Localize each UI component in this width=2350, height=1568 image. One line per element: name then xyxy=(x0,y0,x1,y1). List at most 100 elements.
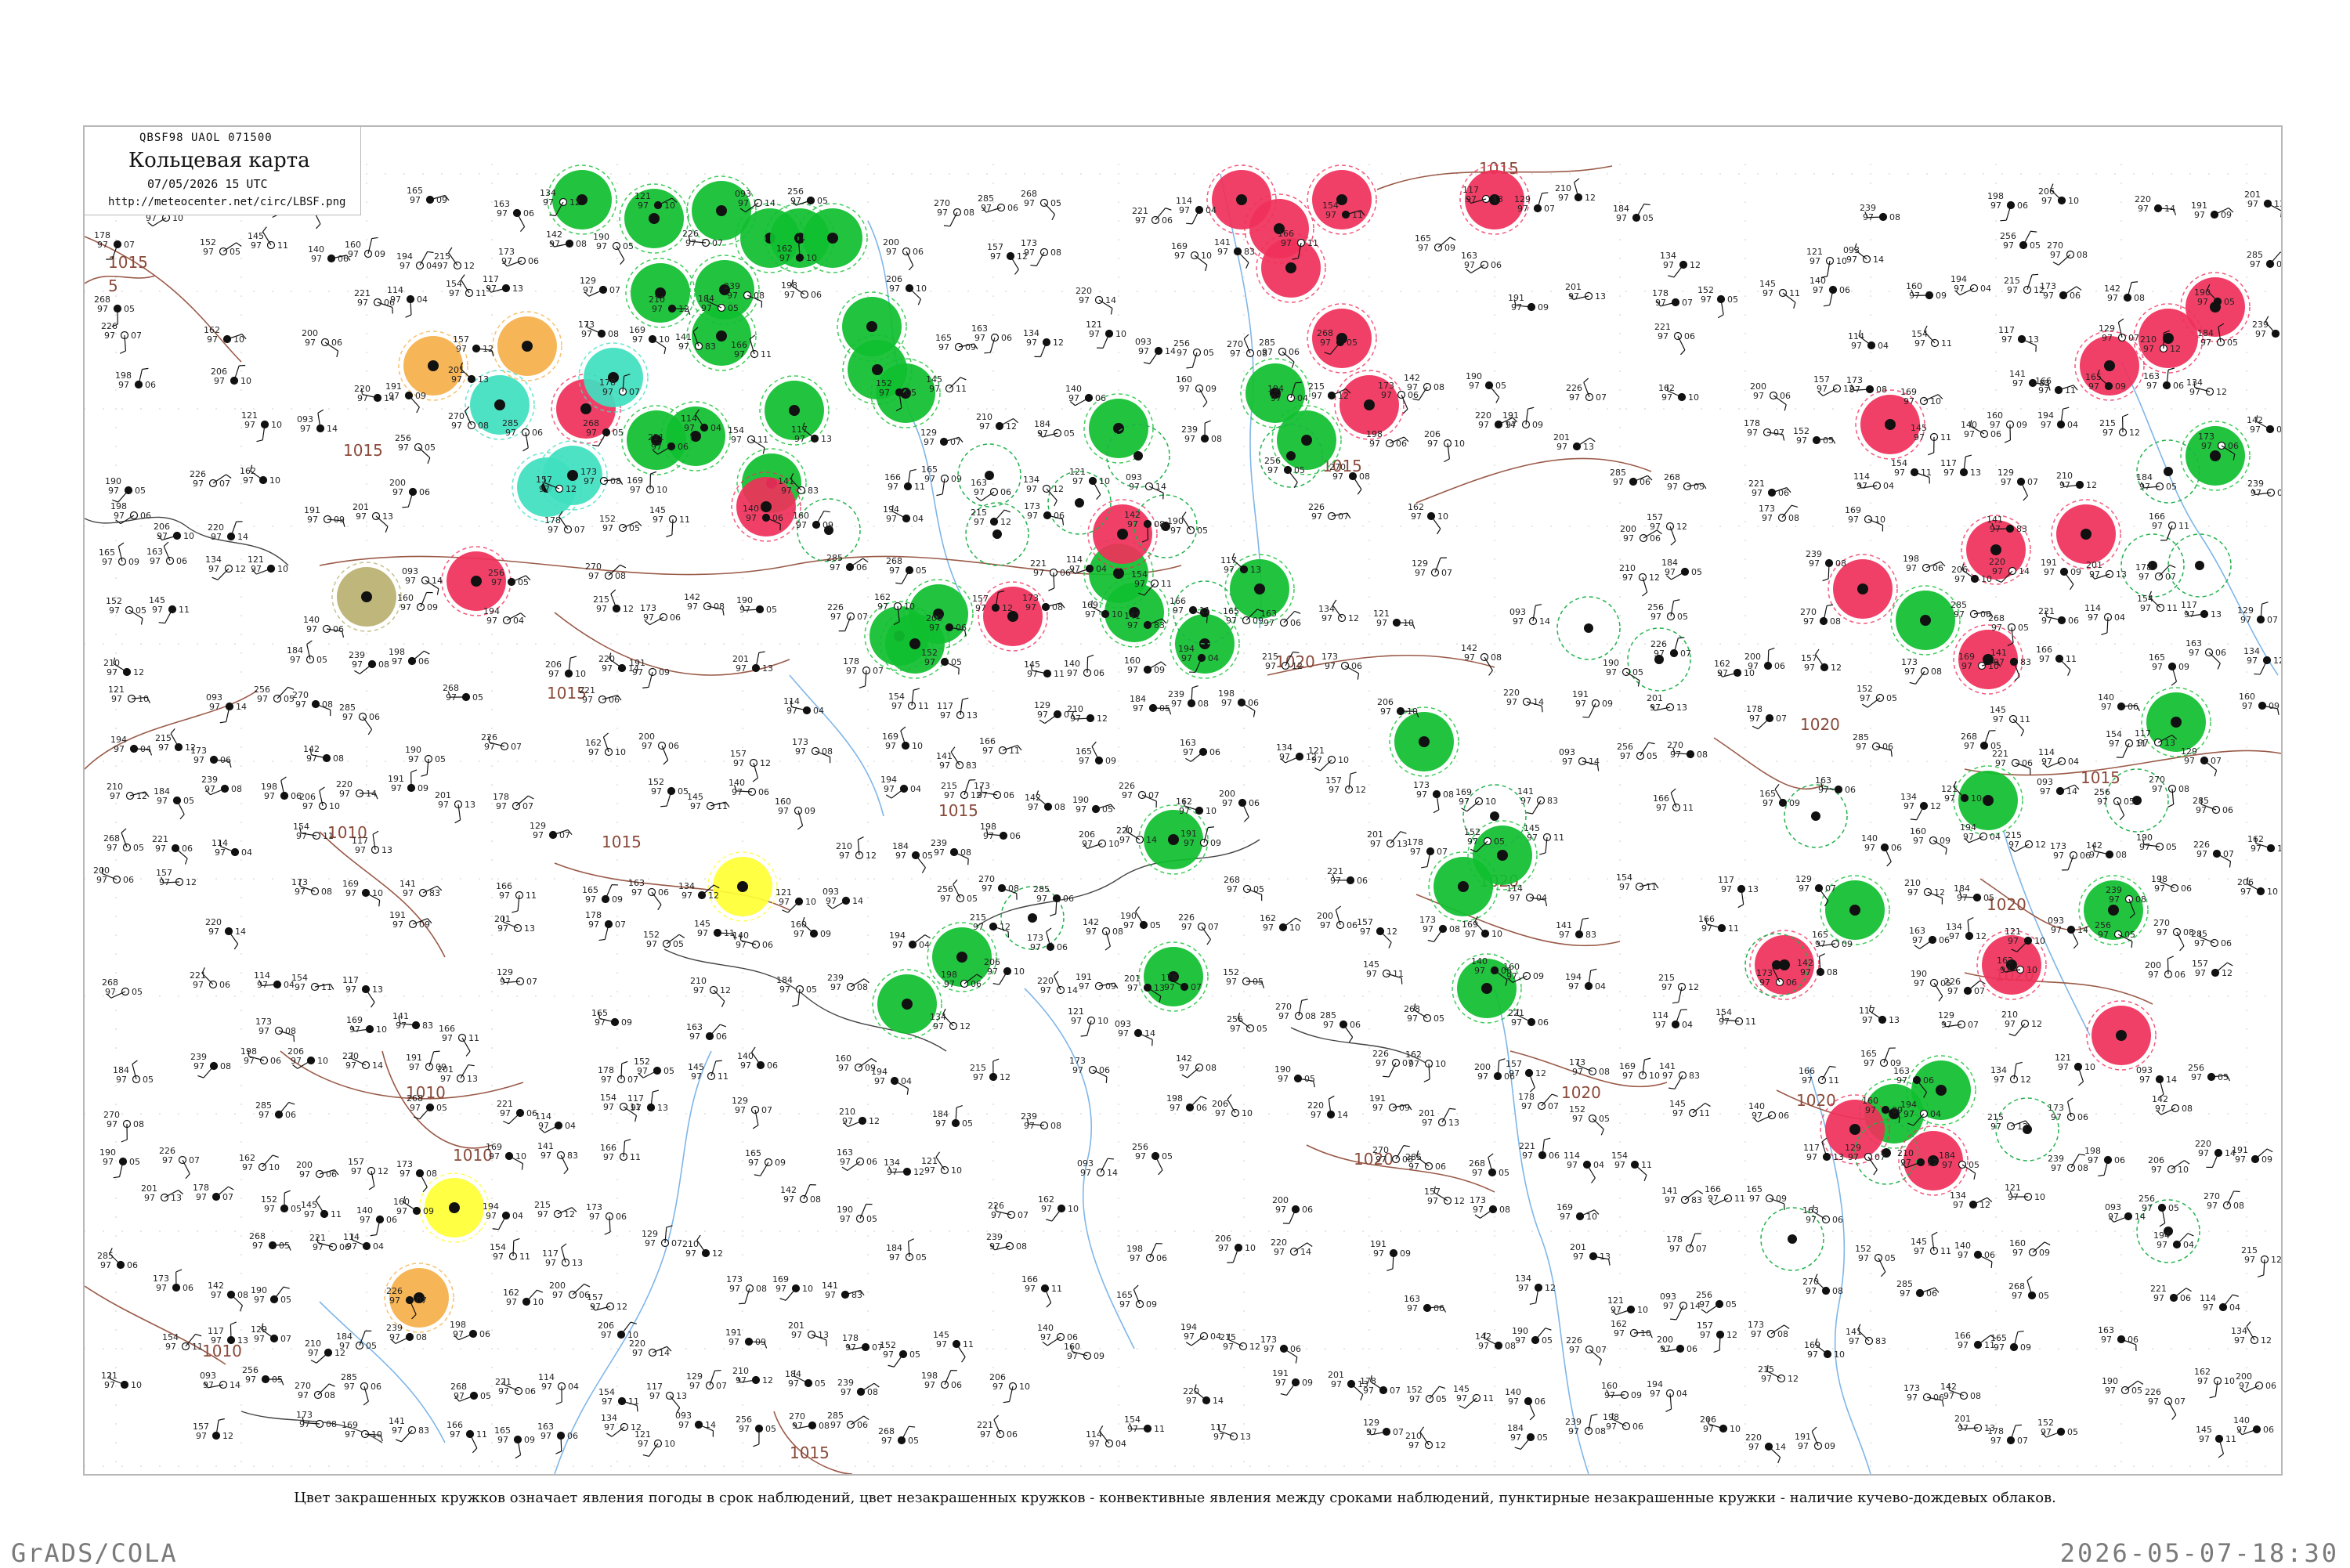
station-dew: 14 xyxy=(1589,757,1600,767)
station-dew: 06 xyxy=(419,487,430,497)
station-pressure: 97 xyxy=(410,1103,421,1113)
station-dew: 10 xyxy=(1491,929,1502,939)
station-dew: 11 xyxy=(1828,1075,1839,1086)
station-model: 1579712 xyxy=(348,1157,389,1190)
station-pressure: 97 xyxy=(682,891,692,901)
station-pressure: 97 xyxy=(1568,291,1579,302)
station-dew: 06 xyxy=(1007,1429,1018,1440)
station-pressure: 97 xyxy=(604,1422,615,1433)
station-pressure: 97 xyxy=(1562,757,1573,767)
station-pressure: 97 xyxy=(2097,797,2108,807)
station-dew: 10 xyxy=(806,253,817,263)
station-pressure: 97 xyxy=(304,1209,315,1219)
station-pressure: 97 xyxy=(982,883,992,894)
station-model: 1459711 xyxy=(1024,659,1065,679)
station-pressure: 97 xyxy=(405,576,416,586)
station-dew: 11 xyxy=(277,240,288,251)
station-pressure: 97 xyxy=(2184,609,2195,620)
station-pressure: 97 xyxy=(736,663,747,674)
station-model: 1849705 xyxy=(932,1106,973,1129)
station-pressure: 97 xyxy=(1217,247,1228,257)
station-dew: 11 xyxy=(1307,238,1318,248)
station-model: 2399708 xyxy=(201,775,242,795)
station-pressure: 97 xyxy=(537,1209,548,1219)
station-model: 1659709 xyxy=(921,464,962,496)
station-dew: 06 xyxy=(326,1169,337,1180)
station-dew: 14 xyxy=(2166,1075,2177,1085)
station-dew: 11 xyxy=(1734,1194,1745,1204)
station-pressure: 97 xyxy=(684,423,695,433)
station-dew: 14 xyxy=(236,702,247,712)
station-dew: 05 xyxy=(623,241,634,251)
station-model: 2009706 xyxy=(389,478,430,508)
station-dew: 09 xyxy=(1146,1299,1157,1310)
station-model: 2019713 xyxy=(2086,560,2127,580)
station-pressure: 97 xyxy=(581,329,592,339)
station-pressure: 97 xyxy=(1072,1065,1083,1075)
station-pressure: 97 xyxy=(1089,329,1100,339)
station-dew: 04 xyxy=(565,1121,576,1131)
station-model: 1739708 xyxy=(1846,375,1887,395)
station-model: 1179713 xyxy=(1940,455,1981,478)
station-dew: 06 xyxy=(2276,259,2281,269)
station-pressure: 97 xyxy=(501,256,512,266)
station-pressure: 97 xyxy=(637,1066,648,1076)
station-pressure: 97 xyxy=(533,830,544,840)
station-pressure: 97 xyxy=(165,1342,176,1352)
station-model: 1149704 xyxy=(535,1111,576,1133)
station-dew: 06 xyxy=(123,875,134,885)
station-pressure: 97 xyxy=(1699,1299,1710,1310)
station-dew: 12 xyxy=(760,758,771,768)
station-pressure: 97 xyxy=(1569,1345,1580,1355)
station-model: 1629710 xyxy=(1658,383,1699,403)
station-dew: 08 xyxy=(1359,471,1370,482)
station-model: 2709708 xyxy=(978,874,1019,900)
station-pressure: 97 xyxy=(643,612,654,623)
station-dew: 06 xyxy=(1933,1393,1944,1403)
station-pressure: 97 xyxy=(689,1381,700,1391)
station-model: 1949704 xyxy=(110,735,152,755)
station-pressure: 97 xyxy=(258,1026,269,1036)
station-pressure: 97 xyxy=(987,966,998,977)
station-dew: 07 xyxy=(1338,511,1349,522)
station-model: 2219706 xyxy=(1327,866,1368,886)
station-model: 2209714 xyxy=(2135,194,2175,215)
station-pressure: 97 xyxy=(1864,1058,1875,1068)
station-pressure: 97 xyxy=(1613,477,1624,487)
station-model: 1529705 xyxy=(1856,684,1897,707)
station-model: 1699710 xyxy=(342,1420,382,1441)
station-model: 2159712 xyxy=(2099,414,2140,438)
station-model: 2689705 xyxy=(1404,1003,1444,1024)
station-model: 1149704 xyxy=(2038,747,2079,768)
station-pressure: 97 xyxy=(596,604,607,614)
station-pressure: 97 xyxy=(454,1391,465,1401)
station-pressure: 97 xyxy=(1759,977,1770,988)
station-pressure: 97 xyxy=(1474,966,1485,976)
station-pressure: 97 xyxy=(355,845,366,855)
station-dew: 05 xyxy=(1537,1433,1548,1443)
station-pressure: 97 xyxy=(2207,1201,2218,1211)
station-pressure: 97 xyxy=(1796,435,1807,446)
station-model: 2219706 xyxy=(1132,206,1173,226)
station-pressure: 97 xyxy=(845,1342,856,1353)
station-pressure: 97 xyxy=(881,1436,892,1446)
station-model: 2569705 xyxy=(1617,742,1658,761)
station-model: 1459711 xyxy=(1911,1232,1951,1256)
station-dew: 11 xyxy=(2225,1434,2236,1444)
station-pressure: 97 xyxy=(2189,648,2200,658)
station-model: 1549711 xyxy=(1716,1007,1756,1027)
station-dew: 09 xyxy=(1532,420,1543,430)
station-dew: 13 xyxy=(2164,738,2175,748)
station-pressure: 97 xyxy=(1619,882,1630,892)
station-model: 1549711 xyxy=(1911,326,1952,349)
station-pressure: 97 xyxy=(107,667,118,677)
station-dew: 04 xyxy=(1536,893,1547,903)
station-model: 2209714 xyxy=(2195,1139,2236,1167)
station-pressure: 97 xyxy=(1896,1075,1907,1086)
station-model: 2859706 xyxy=(339,703,380,735)
station-pressure: 97 xyxy=(2051,1112,2062,1122)
station-pressure: 97 xyxy=(588,747,599,757)
station-dew: 05 xyxy=(766,605,777,615)
station-pressure: 97 xyxy=(157,531,168,541)
station-model: 1349712 xyxy=(1946,918,1987,941)
